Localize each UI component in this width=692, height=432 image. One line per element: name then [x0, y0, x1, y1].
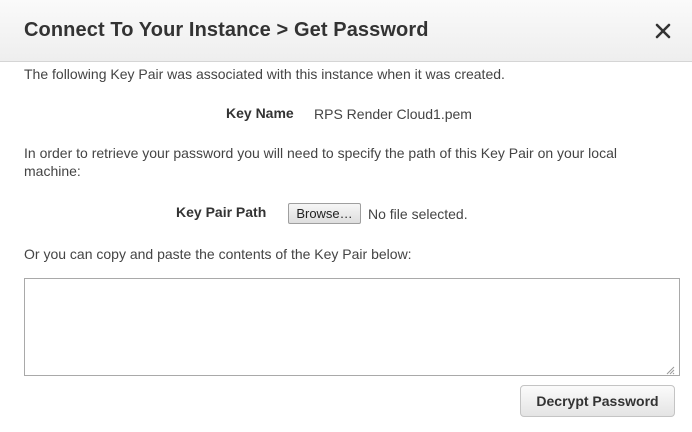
file-status-text: No file selected.	[368, 206, 468, 222]
browse-button[interactable]: Browse…	[288, 203, 361, 224]
key-name-value: RPS Render Cloud1.pem	[314, 106, 472, 122]
paste-instructions: Or you can copy and paste the contents o…	[24, 246, 412, 262]
get-password-dialog: Connect To Your Instance > Get Password …	[0, 0, 692, 432]
key-pair-path-label: Key Pair Path	[176, 204, 267, 220]
resize-grip-icon[interactable]	[665, 362, 675, 375]
dialog-header: Connect To Your Instance > Get Password	[0, 0, 692, 62]
intro-text: The following Key Pair was associated wi…	[24, 66, 505, 82]
dialog-title: Connect To Your Instance > Get Password	[24, 19, 429, 41]
close-icon[interactable]	[652, 20, 674, 42]
instructions-line-2: machine:	[24, 163, 81, 179]
instructions-line-1: In order to retrieve your password you w…	[24, 145, 617, 161]
decrypt-password-button[interactable]: Decrypt Password	[520, 385, 675, 417]
key-pair-contents-input[interactable]	[24, 278, 680, 376]
key-name-label: Key Name	[226, 105, 294, 121]
